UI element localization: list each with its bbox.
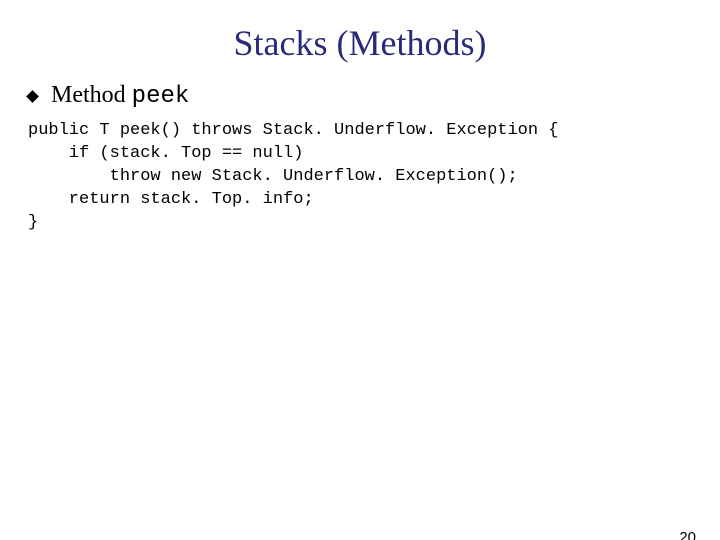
- code-line: if (stack. Top == null): [28, 144, 303, 163]
- bullet-code: peek: [132, 83, 190, 110]
- code-line: public T peek() throws Stack. Underflow.…: [28, 121, 559, 140]
- code-line: throw new Stack. Underflow. Exception();: [28, 167, 518, 186]
- code-block: public T peek() throws Stack. Underflow.…: [28, 120, 720, 235]
- bullet-item: Method peek: [28, 82, 720, 110]
- slide: Stacks (Methods) Method peek public T pe…: [0, 22, 720, 540]
- bullet-text: Method: [51, 82, 132, 108]
- code-line: }: [28, 213, 38, 232]
- slide-title: Stacks (Methods): [0, 22, 720, 64]
- diamond-icon: [26, 90, 39, 103]
- code-line: return stack. Top. info;: [28, 190, 314, 209]
- page-number: 20: [679, 529, 696, 540]
